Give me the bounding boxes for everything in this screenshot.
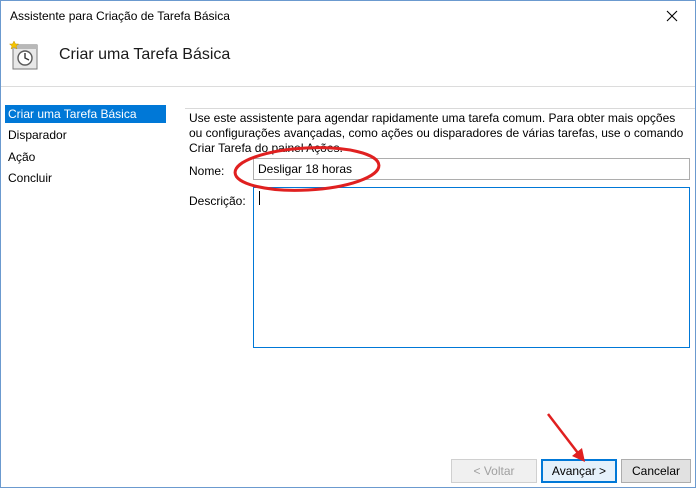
next-button[interactable]: Avançar > — [541, 459, 617, 483]
step-finish: Concluir — [8, 171, 53, 185]
intro-text: Use este assistente para agendar rapidam… — [189, 111, 684, 155]
close-button[interactable] — [649, 1, 695, 31]
name-label: Nome: — [189, 164, 225, 178]
text-caret — [259, 191, 260, 205]
cancel-button[interactable]: Cancelar — [621, 459, 691, 483]
content-divider — [185, 108, 695, 109]
step-create-task: Criar uma Tarefa Básica — [5, 105, 166, 123]
back-button[interactable]: < Voltar — [451, 459, 537, 483]
wizard-header: Criar uma Tarefa Básica — [1, 31, 695, 85]
header-divider — [1, 86, 695, 87]
step-action: Ação — [8, 150, 36, 164]
window-title: Assistente para Criação de Tarefa Básica — [10, 9, 230, 23]
page-title: Criar uma Tarefa Básica — [59, 46, 231, 63]
title-bar: Assistente para Criação de Tarefa Básica — [1, 1, 695, 31]
description-label: Descrição: — [189, 194, 246, 208]
name-input[interactable] — [253, 158, 690, 180]
close-icon — [666, 10, 678, 22]
wizard-window: Assistente para Criação de Tarefa Básica… — [0, 0, 696, 488]
step-trigger: Disparador — [8, 128, 67, 142]
scheduled-task-icon — [9, 40, 38, 70]
description-textarea[interactable] — [253, 187, 690, 348]
annotation-arrow-line — [547, 413, 582, 458]
